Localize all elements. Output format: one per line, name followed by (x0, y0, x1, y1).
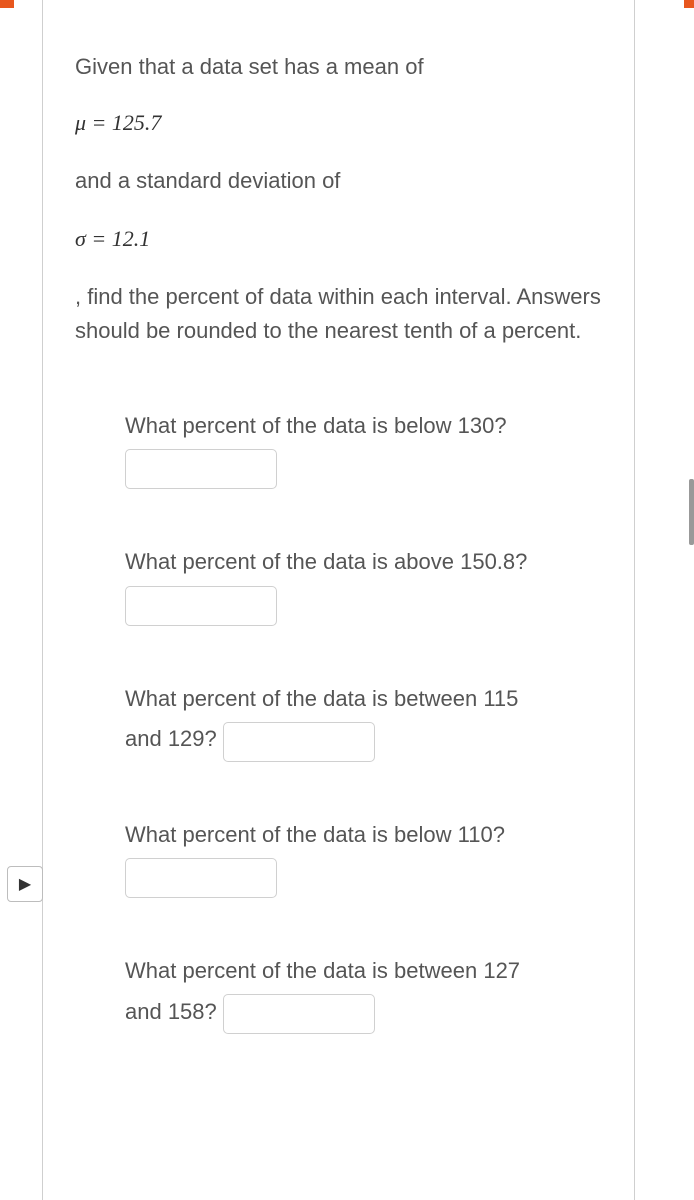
question-content: Given that a data set has a mean of μ = … (75, 54, 604, 1089)
question-1: What percent of the data is below 130? (125, 408, 604, 489)
mu-expression: μ = 125.7 (75, 110, 161, 135)
orange-accent-top (0, 0, 14, 8)
question-3-text-a: What percent of the data is between 115 (125, 681, 604, 716)
question-4-text: What percent of the data is below 110? (125, 817, 604, 852)
question-5-input[interactable] (223, 994, 375, 1034)
intro-text-1: Given that a data set has a mean of (75, 54, 604, 80)
scrollbar-thumb[interactable] (689, 479, 694, 545)
sigma-expression: σ = 12.1 (75, 226, 150, 251)
content-border-left (42, 0, 43, 1200)
sigma-formula: σ = 12.1 (75, 226, 604, 252)
expand-play-button[interactable]: ▶ (7, 866, 43, 902)
intro-text-2: and a standard deviation of (75, 164, 604, 198)
question-1-text: What percent of the data is below 130? (125, 408, 604, 443)
question-5: What percent of the data is between 127 … (125, 953, 604, 1034)
question-1-input[interactable] (125, 449, 277, 489)
instruction-text: , find the percent of data within each i… (75, 280, 604, 348)
question-4-input[interactable] (125, 858, 277, 898)
question-2-text: What percent of the data is above 150.8? (125, 544, 604, 579)
question-5-text-b: and 158? (125, 994, 217, 1029)
question-5-text-a: What percent of the data is between 127 (125, 953, 604, 988)
content-border-right (634, 0, 635, 1200)
mu-formula: μ = 125.7 (75, 110, 604, 136)
question-3-text-b: and 129? (125, 721, 217, 756)
question-3: What percent of the data is between 115 … (125, 681, 604, 762)
question-2: What percent of the data is above 150.8? (125, 544, 604, 625)
question-4: What percent of the data is below 110? (125, 817, 604, 898)
orange-accent-right (684, 0, 694, 8)
question-3-input[interactable] (223, 722, 375, 762)
question-2-input[interactable] (125, 586, 277, 626)
play-icon: ▶ (19, 874, 31, 894)
